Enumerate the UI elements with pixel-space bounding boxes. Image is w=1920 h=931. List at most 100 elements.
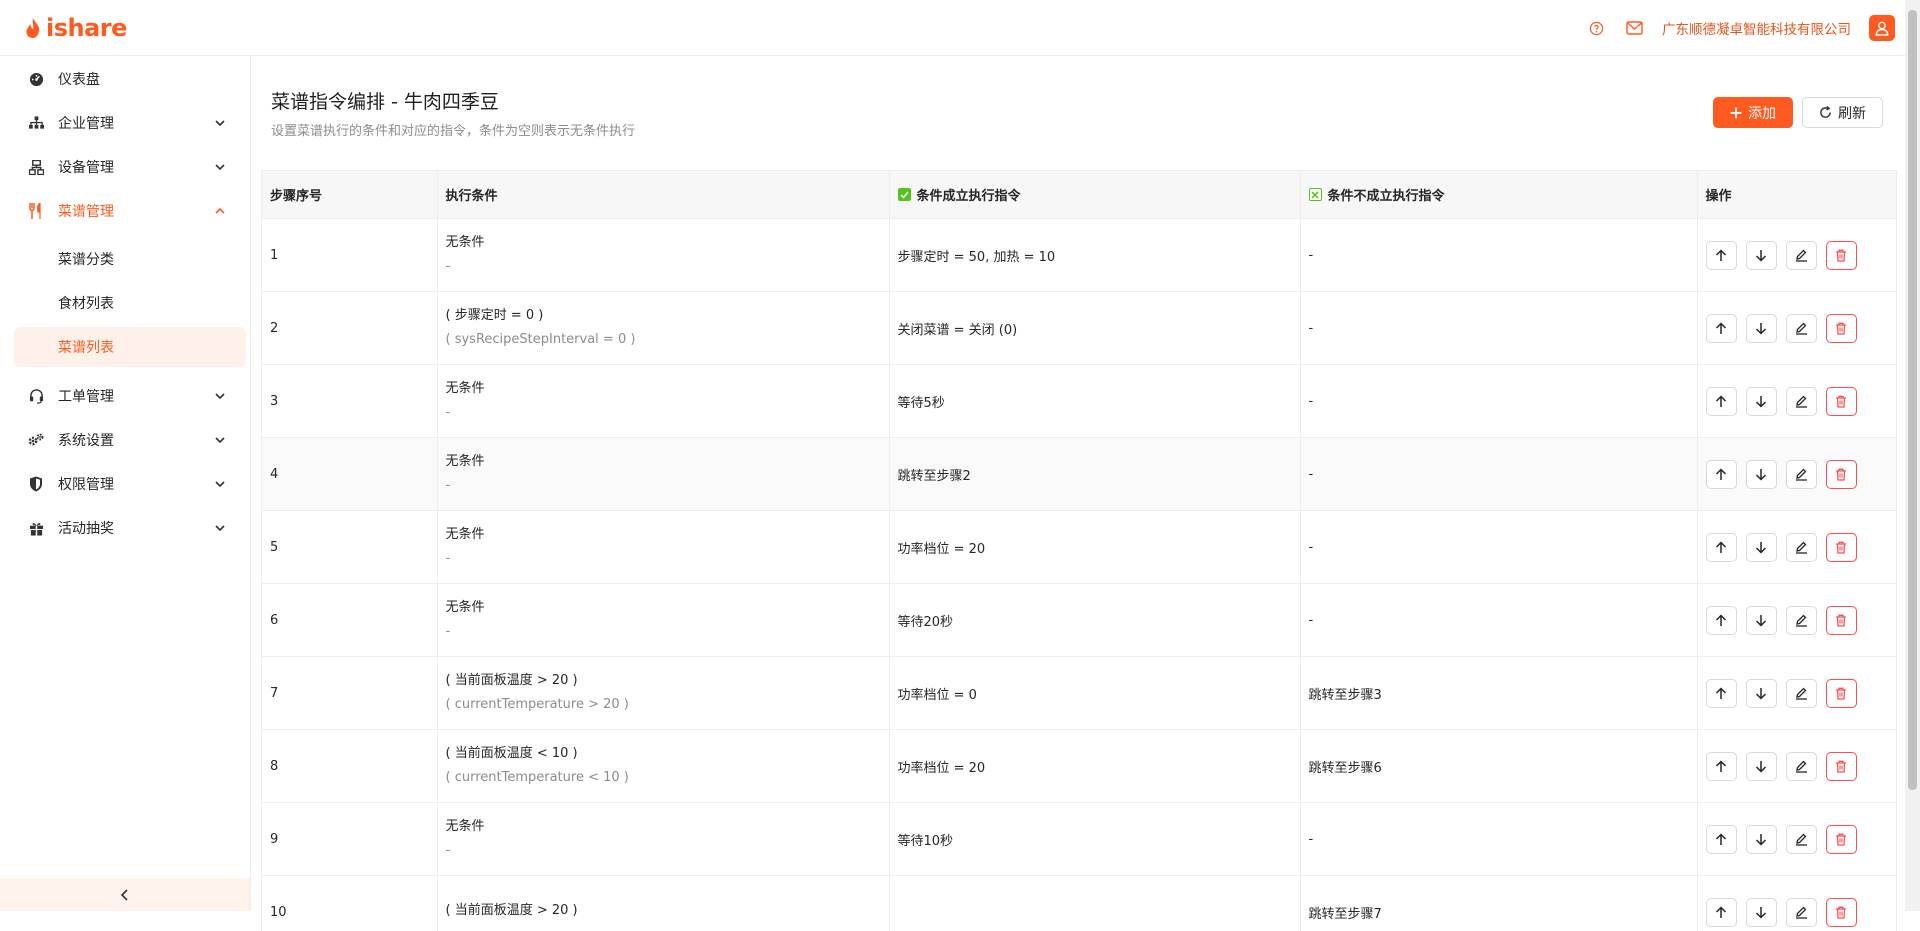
arrow-down-icon: [1755, 833, 1767, 846]
edit-button[interactable]: [1786, 241, 1817, 270]
arrow-up-icon: [1715, 322, 1727, 335]
move-down-button[interactable]: [1746, 533, 1777, 562]
condition-cell: ( 当前面板温度 < 10 )( currentTemperature < 10…: [437, 730, 889, 803]
page-scrollbar[interactable]: [1905, 0, 1920, 911]
ops-cell: [1697, 438, 1896, 511]
arrow-down-icon: [1755, 614, 1767, 627]
add-button[interactable]: 添加: [1713, 97, 1793, 128]
sidebar-subitem-recipe-list[interactable]: 菜谱列表: [14, 327, 246, 367]
edit-button[interactable]: [1786, 533, 1817, 562]
sidebar-item-enterprise[interactable]: 企业管理: [14, 104, 246, 142]
delete-button[interactable]: [1826, 679, 1857, 708]
delete-button[interactable]: [1826, 825, 1857, 854]
sidebar-item-devices[interactable]: 设备管理: [14, 148, 246, 186]
sidebar-item-lottery[interactable]: 活动抽奖: [14, 509, 246, 547]
edit-button[interactable]: [1786, 387, 1817, 416]
sidebar-item-recipes[interactable]: 菜谱管理: [14, 192, 246, 230]
sidebar: 仪表盘 企业管理 设备管理 菜谱管理 菜谱分类 食材列表 菜谱列表 工单管理: [0, 56, 251, 911]
delete-button[interactable]: [1826, 314, 1857, 343]
false-command-cell: -: [1300, 219, 1697, 292]
move-down-button[interactable]: [1746, 241, 1777, 270]
table-row: 10( 当前面板温度 > 20 )跳转至步骤7: [262, 876, 1896, 931]
delete-button[interactable]: [1826, 533, 1857, 562]
avatar[interactable]: [1869, 15, 1895, 41]
condition-cell: 无条件-: [437, 438, 889, 511]
move-up-button[interactable]: [1706, 241, 1737, 270]
delete-button[interactable]: [1826, 898, 1857, 927]
arrow-down-icon: [1755, 395, 1767, 408]
move-down-button[interactable]: [1746, 314, 1777, 343]
company-name[interactable]: 广东顺德凝卓智能科技有限公司: [1662, 18, 1851, 38]
move-up-button[interactable]: [1706, 606, 1737, 635]
move-down-button[interactable]: [1746, 460, 1777, 489]
device-icon: [28, 159, 44, 175]
true-command-cell: 等待10秒: [889, 803, 1300, 876]
help-icon[interactable]: [1586, 18, 1606, 38]
false-command-cell: -: [1300, 584, 1697, 657]
edit-button[interactable]: [1786, 460, 1817, 489]
move-up-button[interactable]: [1706, 752, 1737, 781]
chevron-down-icon: [214, 522, 226, 534]
delete-button[interactable]: [1826, 460, 1857, 489]
scrollbar-thumb[interactable]: [1908, 10, 1917, 790]
move-up-button[interactable]: [1706, 387, 1737, 416]
edit-icon: [1795, 468, 1808, 481]
false-command-cell: 跳转至步骤7: [1300, 876, 1697, 931]
false-command-cell: -: [1300, 511, 1697, 584]
sidebar-collapse-button[interactable]: [0, 878, 250, 911]
ops-cell: [1697, 730, 1896, 803]
arrow-up-icon: [1715, 833, 1727, 846]
delete-button[interactable]: [1826, 606, 1857, 635]
delete-button[interactable]: [1826, 387, 1857, 416]
move-down-button[interactable]: [1746, 679, 1777, 708]
arrow-up-icon: [1715, 760, 1727, 773]
move-up-button[interactable]: [1706, 314, 1737, 343]
refresh-button[interactable]: 刷新: [1802, 97, 1883, 128]
move-up-button[interactable]: [1706, 898, 1737, 927]
chevron-up-icon: [214, 205, 226, 217]
condition-expression: -: [446, 621, 881, 643]
edit-button[interactable]: [1786, 825, 1817, 854]
x-square-icon: [1309, 188, 1322, 201]
sidebar-item-workorders[interactable]: 工单管理: [14, 377, 246, 415]
sidebar-item-system-settings[interactable]: 系统设置: [14, 421, 246, 459]
edit-button[interactable]: [1786, 606, 1817, 635]
move-down-button[interactable]: [1746, 606, 1777, 635]
false-command-cell: 跳转至步骤6: [1300, 730, 1697, 803]
move-up-button[interactable]: [1706, 825, 1737, 854]
condition-text: 无条件: [446, 232, 881, 254]
sidebar-item-dashboard[interactable]: 仪表盘: [14, 60, 246, 98]
ops-cell: [1697, 511, 1896, 584]
condition-text: 无条件: [446, 816, 881, 838]
headset-icon: [28, 388, 44, 404]
arrow-up-icon: [1715, 249, 1727, 262]
edit-button[interactable]: [1786, 898, 1817, 927]
step-number-cell: 7: [262, 657, 437, 730]
sidebar-subitem-recipe-category[interactable]: 菜谱分类: [14, 239, 246, 279]
sidebar-item-label: 设备管理: [58, 157, 114, 177]
gift-icon: [28, 520, 44, 536]
logo[interactable]: ishare: [24, 14, 127, 42]
condition-cell: 无条件-: [437, 584, 889, 657]
trash-icon: [1835, 687, 1847, 700]
edit-button[interactable]: [1786, 679, 1817, 708]
move-up-button[interactable]: [1706, 533, 1737, 562]
move-down-button[interactable]: [1746, 387, 1777, 416]
delete-button[interactable]: [1826, 241, 1857, 270]
edit-button[interactable]: [1786, 314, 1817, 343]
move-down-button[interactable]: [1746, 752, 1777, 781]
move-down-button[interactable]: [1746, 898, 1777, 927]
edit-icon: [1795, 687, 1808, 700]
mail-icon[interactable]: [1624, 18, 1644, 38]
move-down-button[interactable]: [1746, 825, 1777, 854]
check-square-icon: [898, 188, 911, 201]
delete-button[interactable]: [1826, 752, 1857, 781]
true-command-cell: 关闭菜谱 = 关闭 (0): [889, 292, 1300, 365]
move-up-button[interactable]: [1706, 679, 1737, 708]
move-up-button[interactable]: [1706, 460, 1737, 489]
sidebar-subitem-ingredients[interactable]: 食材列表: [14, 283, 246, 323]
steps-table: 步骤序号 执行条件 条件成立执行指令: [261, 170, 1897, 931]
sidebar-item-permissions[interactable]: 权限管理: [14, 465, 246, 503]
edit-button[interactable]: [1786, 752, 1817, 781]
ops-cell: [1697, 803, 1896, 876]
